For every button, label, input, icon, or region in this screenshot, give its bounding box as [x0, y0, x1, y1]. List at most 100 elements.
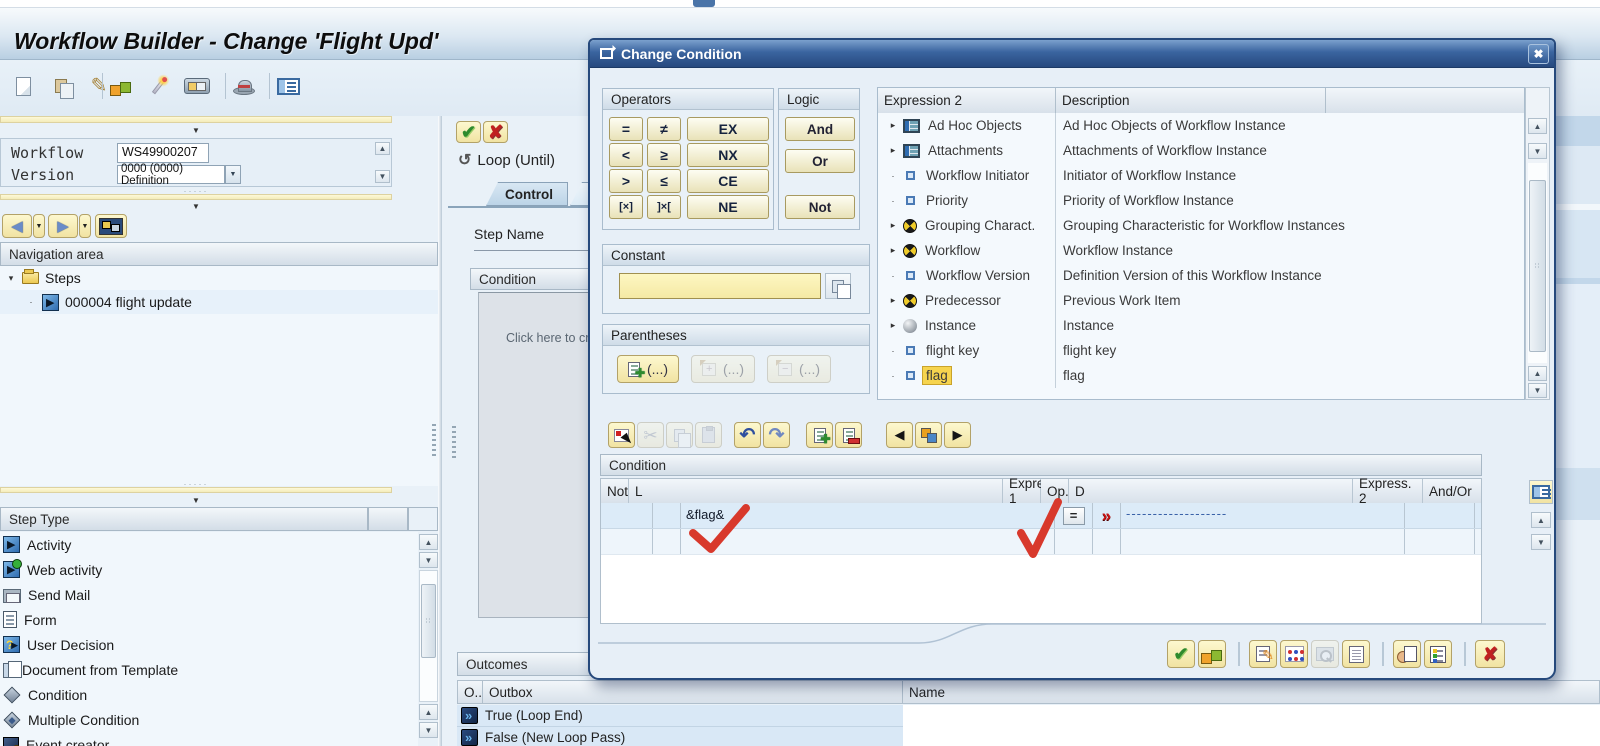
footer-button[interactable]	[1280, 640, 1308, 668]
condition-column-header[interactable]: D	[1069, 479, 1353, 503]
footer-button[interactable]	[1249, 640, 1277, 668]
condition-column-header[interactable]: And/Or	[1423, 479, 1481, 503]
parentheses-button[interactable]: (...)	[691, 355, 755, 383]
collapse-handle[interactable]: ▼	[0, 201, 392, 212]
table-settings-button[interactable]	[1529, 480, 1553, 504]
operator-symbol-button[interactable]: >	[609, 169, 643, 193]
expression-column-header[interactable]: Expression 2	[878, 88, 1056, 113]
multiple-values-button[interactable]	[825, 273, 851, 299]
toolbar-button[interactable]	[182, 71, 212, 101]
close-icon[interactable]: ✖	[1528, 44, 1549, 64]
tree-node-steps[interactable]: ▾ Steps	[0, 266, 438, 290]
logic-button[interactable]: And	[785, 117, 855, 141]
version-select[interactable]: 0000 (0000) Definition	[117, 163, 225, 187]
operator-symbol-button[interactable]: =	[609, 117, 643, 141]
edit-toolbar-button[interactable]	[944, 422, 971, 448]
operator-symbol-button[interactable]: [×]	[609, 195, 643, 219]
expression-tree-row[interactable]: ▸ Attachments Attachments of Workflow In…	[878, 138, 1524, 163]
edit-toolbar-button[interactable]	[886, 422, 913, 448]
edit-toolbar-button[interactable]	[637, 422, 664, 448]
dialog-cancel-button[interactable]	[1475, 640, 1505, 668]
version-dropdown-button[interactable]: ▼	[225, 165, 241, 184]
expression-tree-row[interactable]: ▸ Ad Hoc Objects Ad Hoc Objects of Workf…	[878, 113, 1524, 138]
scroll-down-button[interactable]: ▼	[1528, 383, 1547, 398]
forward-dropdown[interactable]: ▼	[79, 214, 91, 238]
operator-named-button[interactable]: NX	[687, 143, 769, 167]
splitter-handle[interactable]	[452, 426, 456, 460]
cell-express2[interactable]: -------------------	[1121, 503, 1405, 528]
step-type-item[interactable]: Web activity	[0, 557, 418, 582]
step-type-item[interactable]: Send Mail	[0, 582, 418, 607]
operator-named-button[interactable]: NE	[687, 195, 769, 219]
tab[interactable]: Control	[486, 182, 568, 206]
expression-tree-row[interactable]: · Workflow Version Definition Version of…	[878, 263, 1524, 288]
footer-button[interactable]	[1424, 640, 1452, 668]
cell-d[interactable]	[1093, 503, 1121, 528]
step-type-item[interactable]: Document from Template	[0, 657, 418, 682]
cell-andor[interactable]	[1405, 503, 1475, 528]
scroll-up-button[interactable]: ▲	[1528, 366, 1547, 381]
scrollbar-thumb[interactable]: ∷	[1529, 180, 1546, 352]
expression-tree-row[interactable]: ▸ Predecessor Previous Work Item	[878, 288, 1524, 313]
scroll-up-button[interactable]: ▲	[419, 534, 438, 550]
parentheses-button[interactable]: (...)	[617, 355, 679, 383]
footer-button[interactable]	[1342, 640, 1370, 668]
edit-toolbar-button[interactable]	[734, 422, 761, 448]
condition-column-header[interactable]: Express. 2	[1353, 476, 1423, 506]
step-type-item[interactable]: User Decision	[0, 632, 418, 657]
scroll-up-button[interactable]: ▲	[419, 704, 438, 720]
scroll-up-button[interactable]: ▲	[1531, 512, 1551, 528]
condition-column-header[interactable]: L	[629, 479, 1003, 503]
cell-not[interactable]	[601, 503, 653, 528]
edit-toolbar-button[interactable]	[608, 422, 635, 448]
forward-button[interactable]	[48, 214, 78, 238]
expression-tree-row[interactable]: ▸ Workflow Workflow Instance	[878, 238, 1524, 263]
toolbar-button[interactable]	[229, 71, 259, 101]
edit-toolbar-button[interactable]	[806, 422, 833, 448]
footer-button[interactable]	[1167, 640, 1195, 668]
dialog-title-bar[interactable]: Change Condition	[590, 40, 1554, 68]
toolbar-button[interactable]	[8, 71, 38, 101]
step-type-item[interactable]: Activity	[0, 532, 418, 557]
operator-symbol-button[interactable]: ≤	[647, 169, 681, 193]
step-type-item[interactable]: Condition	[0, 682, 418, 707]
expression-tree-row[interactable]: · Workflow Initiator Initiator of Workfl…	[878, 163, 1524, 188]
tree-node-step[interactable]: · 000004 flight update	[0, 290, 438, 314]
back-dropdown[interactable]: ▼	[33, 214, 45, 238]
outcome-row[interactable]: True (Loop End)	[457, 705, 903, 727]
scroll-down-button[interactable]: ▼	[419, 552, 438, 568]
panel-divider[interactable]	[438, 116, 442, 746]
scroll-down-button[interactable]: ▼	[419, 722, 438, 738]
collapse-handle[interactable]: ▼	[0, 124, 392, 137]
footer-button[interactable]	[1198, 640, 1226, 668]
expression-tree-row[interactable]: · flight key flight key	[878, 338, 1524, 363]
scroll-down-button[interactable]: ▼	[1528, 143, 1547, 159]
logic-button[interactable]: Not	[785, 195, 855, 219]
edit-toolbar-button[interactable]	[695, 422, 722, 448]
footer-button[interactable]	[1393, 640, 1421, 668]
footer-button[interactable]	[1311, 640, 1339, 668]
expression-tree-row[interactable]: · Priority Priority of Workflow Instance	[878, 188, 1524, 213]
expression-tree-row[interactable]: ▸ Instance Instance	[878, 313, 1524, 338]
step-confirm-button[interactable]	[456, 121, 481, 143]
operator-symbol-button[interactable]: ≥	[647, 143, 681, 167]
constant-input[interactable]	[619, 273, 821, 299]
parentheses-button[interactable]: (...)	[767, 355, 831, 383]
cell-l[interactable]	[653, 503, 681, 528]
splitter-strip[interactable]	[0, 487, 392, 493]
step-cancel-button[interactable]	[483, 121, 508, 143]
toolbar-button[interactable]	[273, 71, 303, 101]
step-type-item[interactable]: Multiple Condition	[0, 707, 418, 732]
operator-symbol-button[interactable]: ≠	[647, 117, 681, 141]
operator-named-button[interactable]: CE	[687, 169, 769, 193]
edit-toolbar-button[interactable]	[915, 422, 942, 448]
expression-tree-row[interactable]: · flag flag	[878, 363, 1524, 388]
scroll-down-button[interactable]: ▼	[375, 170, 390, 183]
toolbar-button[interactable]	[144, 71, 174, 101]
condition-column-header[interactable]: Not	[601, 479, 629, 503]
step-type-item[interactable]: Event creator	[0, 732, 418, 746]
splitter-strip[interactable]	[0, 194, 392, 200]
operator-symbol-button[interactable]: <	[609, 143, 643, 167]
operator-named-button[interactable]: EX	[687, 117, 769, 141]
edit-toolbar-button[interactable]	[835, 422, 862, 448]
